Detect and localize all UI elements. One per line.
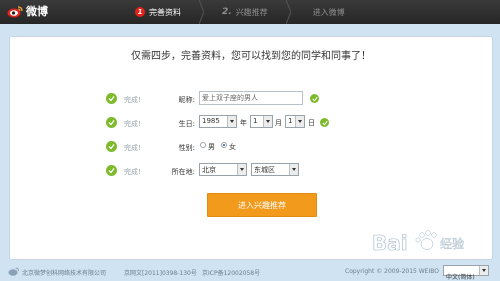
form-row-birthday: 完成! 生日: 1985 年 1 月 1 日 xyxy=(10,115,492,131)
selected-value: 1 xyxy=(288,117,293,125)
birthday-label: 生日: xyxy=(178,120,195,128)
done-text: 完成! xyxy=(124,144,141,152)
form-row-gender: 完成! 性别: 男 女 xyxy=(10,141,492,155)
dropdown-arrow-icon xyxy=(295,116,304,127)
weibo-small-icon xyxy=(8,267,19,276)
done-text: 完成! xyxy=(124,96,141,104)
license-2[interactable]: 京ICP备12002058号 xyxy=(202,268,260,277)
province-select[interactable]: 北京 xyxy=(199,163,247,176)
day-unit: 日 xyxy=(308,119,315,127)
weibo-logo[interactable]: 微博 xyxy=(7,3,48,19)
selected-value: 1985 xyxy=(202,117,220,125)
district-select[interactable]: 东城区 xyxy=(251,163,299,176)
nickname-label: 昵称: xyxy=(178,96,195,104)
copyright: Copyright © 2009-2015 WEIBO xyxy=(345,268,439,275)
gender-female-label: 女 xyxy=(229,143,236,151)
selected-value: 中文(简体) xyxy=(446,274,475,281)
gender-female-radio[interactable] xyxy=(221,142,227,148)
month-unit: 月 xyxy=(275,119,282,127)
page-title: 仅需四步，完善资料，您可以找到您的同学和同事了！ xyxy=(131,51,371,62)
step-number-badge: 1 xyxy=(135,7,145,17)
submit-interest-button[interactable]: 进入兴趣推荐 xyxy=(207,193,317,217)
step-separator-icon xyxy=(199,0,204,24)
selected-value: 北京 xyxy=(202,166,216,174)
logo-text: 微博 xyxy=(26,5,48,18)
birth-month-select[interactable]: 1 xyxy=(250,115,273,128)
birth-day-select[interactable]: 1 xyxy=(285,115,305,128)
step-label: 完善资料 xyxy=(149,7,181,17)
baidu-watermark: Bai 经验 xyxy=(368,226,488,260)
check-icon xyxy=(106,165,117,176)
step-3: 进入微博 xyxy=(309,7,345,18)
valid-check-icon xyxy=(320,118,329,127)
birth-year-select[interactable]: 1985 xyxy=(199,115,237,128)
form-row-location: 完成! 所在地: 北京 东城区 xyxy=(10,163,492,179)
valid-check-icon xyxy=(310,94,319,103)
done-text: 完成! xyxy=(124,168,141,176)
dropdown-arrow-icon xyxy=(263,116,272,127)
gender-male-radio[interactable] xyxy=(200,142,206,148)
company-name: 北京微梦创科网络技术有限公司 xyxy=(22,270,107,277)
form-row-nickname: 完成! 昵称: xyxy=(10,91,492,107)
step-separator-icon xyxy=(285,0,291,24)
dropdown-arrow-icon xyxy=(237,164,246,175)
gender-male-label: 男 xyxy=(208,143,215,151)
selected-value: 东城区 xyxy=(254,166,275,174)
location-label: 所在地: xyxy=(171,168,195,176)
step-label: 兴趣推荐 xyxy=(235,7,268,17)
language-select[interactable]: 中文(简体) xyxy=(443,265,489,281)
step-2: 2. 兴趣推荐 xyxy=(222,7,268,18)
footer: 北京微梦创科网络技术有限公司 京网文[2011]0398-130号 京ICP备1… xyxy=(0,262,500,281)
nickname-input[interactable] xyxy=(199,91,303,105)
weibo-eye-icon xyxy=(7,5,23,17)
svg-text:经验: 经验 xyxy=(440,236,464,251)
step-1: 1 完善资料 xyxy=(135,7,181,18)
check-icon xyxy=(106,141,117,152)
step-number: 2. xyxy=(222,7,232,17)
progress-steps: 1 完善资料 2. 兴趣推荐 进入微博 xyxy=(135,0,363,24)
dropdown-arrow-icon xyxy=(227,116,236,127)
top-nav-bar: 微博 1 完善资料 2. 兴趣推荐 进入微博 xyxy=(0,0,500,24)
baidu-paw-icon: Bai 经验 xyxy=(372,230,464,255)
dropdown-arrow-icon xyxy=(289,164,298,175)
year-unit: 年 xyxy=(240,119,247,127)
step-label: 进入微博 xyxy=(312,7,345,17)
license-1[interactable]: 京网文[2011]0398-130号 xyxy=(124,268,197,277)
gender-label: 性别: xyxy=(178,144,195,152)
svg-text:Bai: Bai xyxy=(372,231,408,255)
check-icon xyxy=(106,93,117,104)
dropdown-arrow-icon xyxy=(479,266,488,275)
selected-value: 1 xyxy=(253,117,258,125)
done-text: 完成! xyxy=(124,120,141,128)
check-icon xyxy=(106,117,117,128)
